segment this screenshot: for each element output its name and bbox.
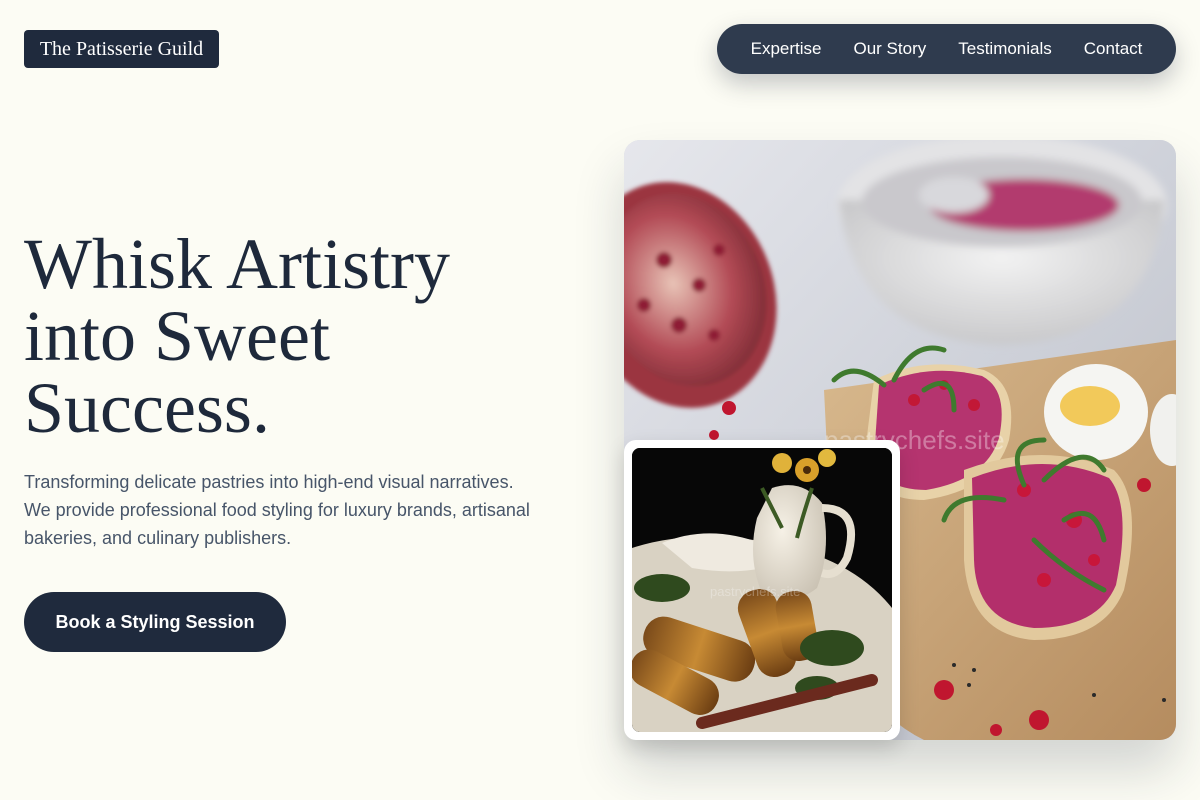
brand-logo[interactable]: The Patisserie Guild (24, 30, 219, 68)
nav-link-contact[interactable]: Contact (1084, 39, 1143, 59)
main-nav: Expertise Our Story Testimonials Contact (717, 24, 1176, 74)
nav-link-testimonials[interactable]: Testimonials (958, 39, 1052, 59)
nav-link-expertise[interactable]: Expertise (751, 39, 822, 59)
hero-description: Transforming delicate pastries into high… (24, 472, 530, 548)
hero-title-line-2: into Sweet (24, 296, 330, 376)
hero-title-line-1: Whisk Artistry (24, 224, 450, 304)
hero-title-line-3: Success. (24, 368, 270, 448)
landing-page: The Patisserie Guild Expertise Our Story… (0, 0, 1200, 800)
inset-photo-frame: pastrychefs.site (624, 440, 900, 740)
hero-title: Whisk Artistry into Sweet Success. (24, 228, 544, 444)
nav-link-our-story[interactable]: Our Story (853, 39, 926, 59)
inset-photo-watermark: pastrychefs.site (710, 584, 801, 599)
book-styling-session-button[interactable]: Book a Styling Session (24, 592, 286, 652)
beet-toast-right (964, 455, 1132, 640)
inset-photo: pastrychefs.site (632, 448, 892, 732)
